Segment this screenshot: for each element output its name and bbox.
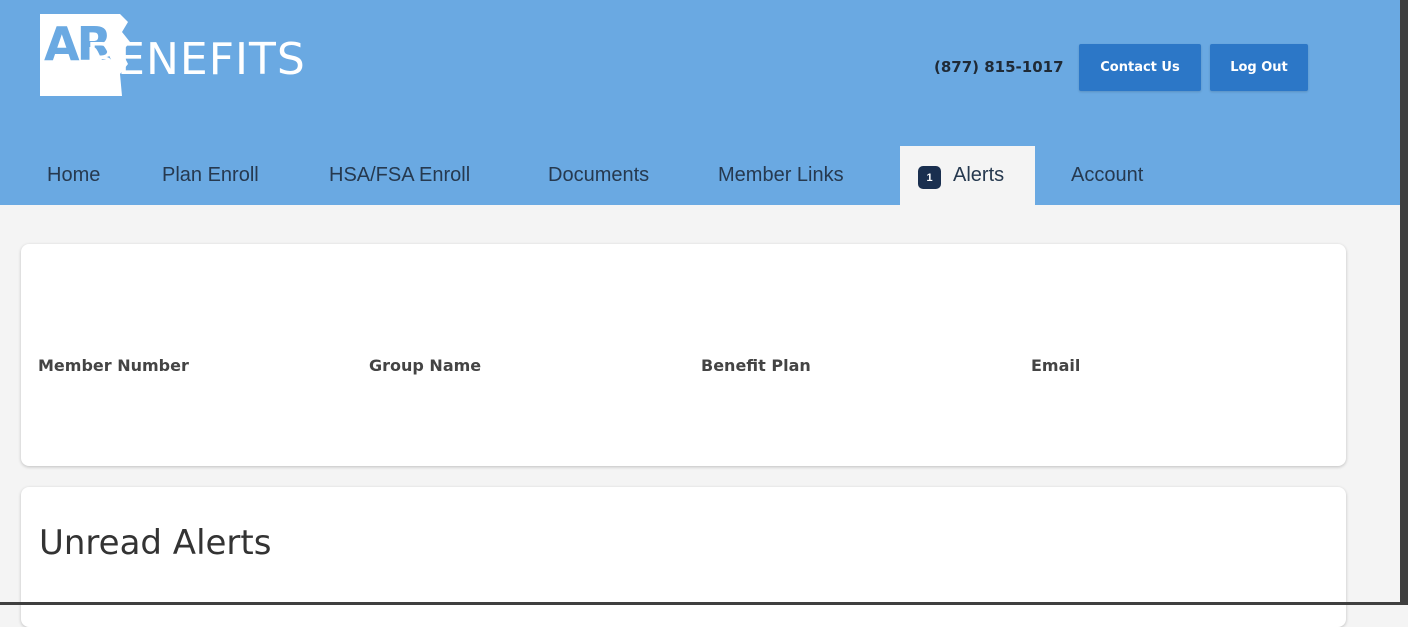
- contact-us-button[interactable]: Contact Us: [1079, 44, 1201, 91]
- nav-item-label: HSA/FSA Enroll: [329, 164, 471, 186]
- unread-alerts-card: Unread Alerts: [21, 487, 1346, 627]
- header-bar: AR BENEFITS (877) 815-1017 Contact Us Lo…: [0, 0, 1400, 205]
- unread-alerts-title: Unread Alerts: [39, 523, 272, 563]
- nav-item-alerts[interactable]: 1 Alerts: [900, 146, 1035, 205]
- nav-item-home[interactable]: Home: [47, 146, 100, 205]
- nav-item-hsa-fsa-enroll[interactable]: HSA/FSA Enroll: [329, 146, 470, 205]
- nav-item-label: Account: [1071, 164, 1144, 186]
- nav-item-plan-enroll[interactable]: Plan Enroll: [162, 146, 259, 205]
- benefit-plan-label: Benefit Plan: [701, 356, 811, 375]
- nav-item-label: Plan Enroll: [162, 164, 259, 186]
- window-frame-right: [1400, 0, 1408, 605]
- email-label: Email: [1031, 356, 1081, 375]
- nav-item-documents[interactable]: Documents: [548, 146, 649, 205]
- nav-item-label: Member Links: [718, 164, 844, 186]
- phone-number[interactable]: (877) 815-1017: [934, 58, 1064, 76]
- nav-item-label: Documents: [548, 164, 650, 186]
- group-name-label: Group Name: [369, 356, 482, 375]
- alerts-count-badge: 1: [918, 166, 941, 189]
- logo-benefits-text: BENEFITS: [86, 34, 306, 85]
- log-out-button[interactable]: Log Out: [1210, 44, 1308, 91]
- member-number-label: Member Number: [38, 356, 189, 375]
- member-info-card: Member Number Group Name Benefit Plan Em…: [21, 244, 1346, 466]
- nav-item-label: Home: [47, 164, 101, 186]
- main-nav: Home Plan Enroll HSA/FSA Enroll Document…: [0, 146, 1400, 205]
- nav-item-member-links[interactable]: Member Links: [718, 146, 844, 205]
- nav-item-label: Alerts: [953, 164, 1005, 186]
- nav-item-account[interactable]: Account: [1071, 146, 1143, 205]
